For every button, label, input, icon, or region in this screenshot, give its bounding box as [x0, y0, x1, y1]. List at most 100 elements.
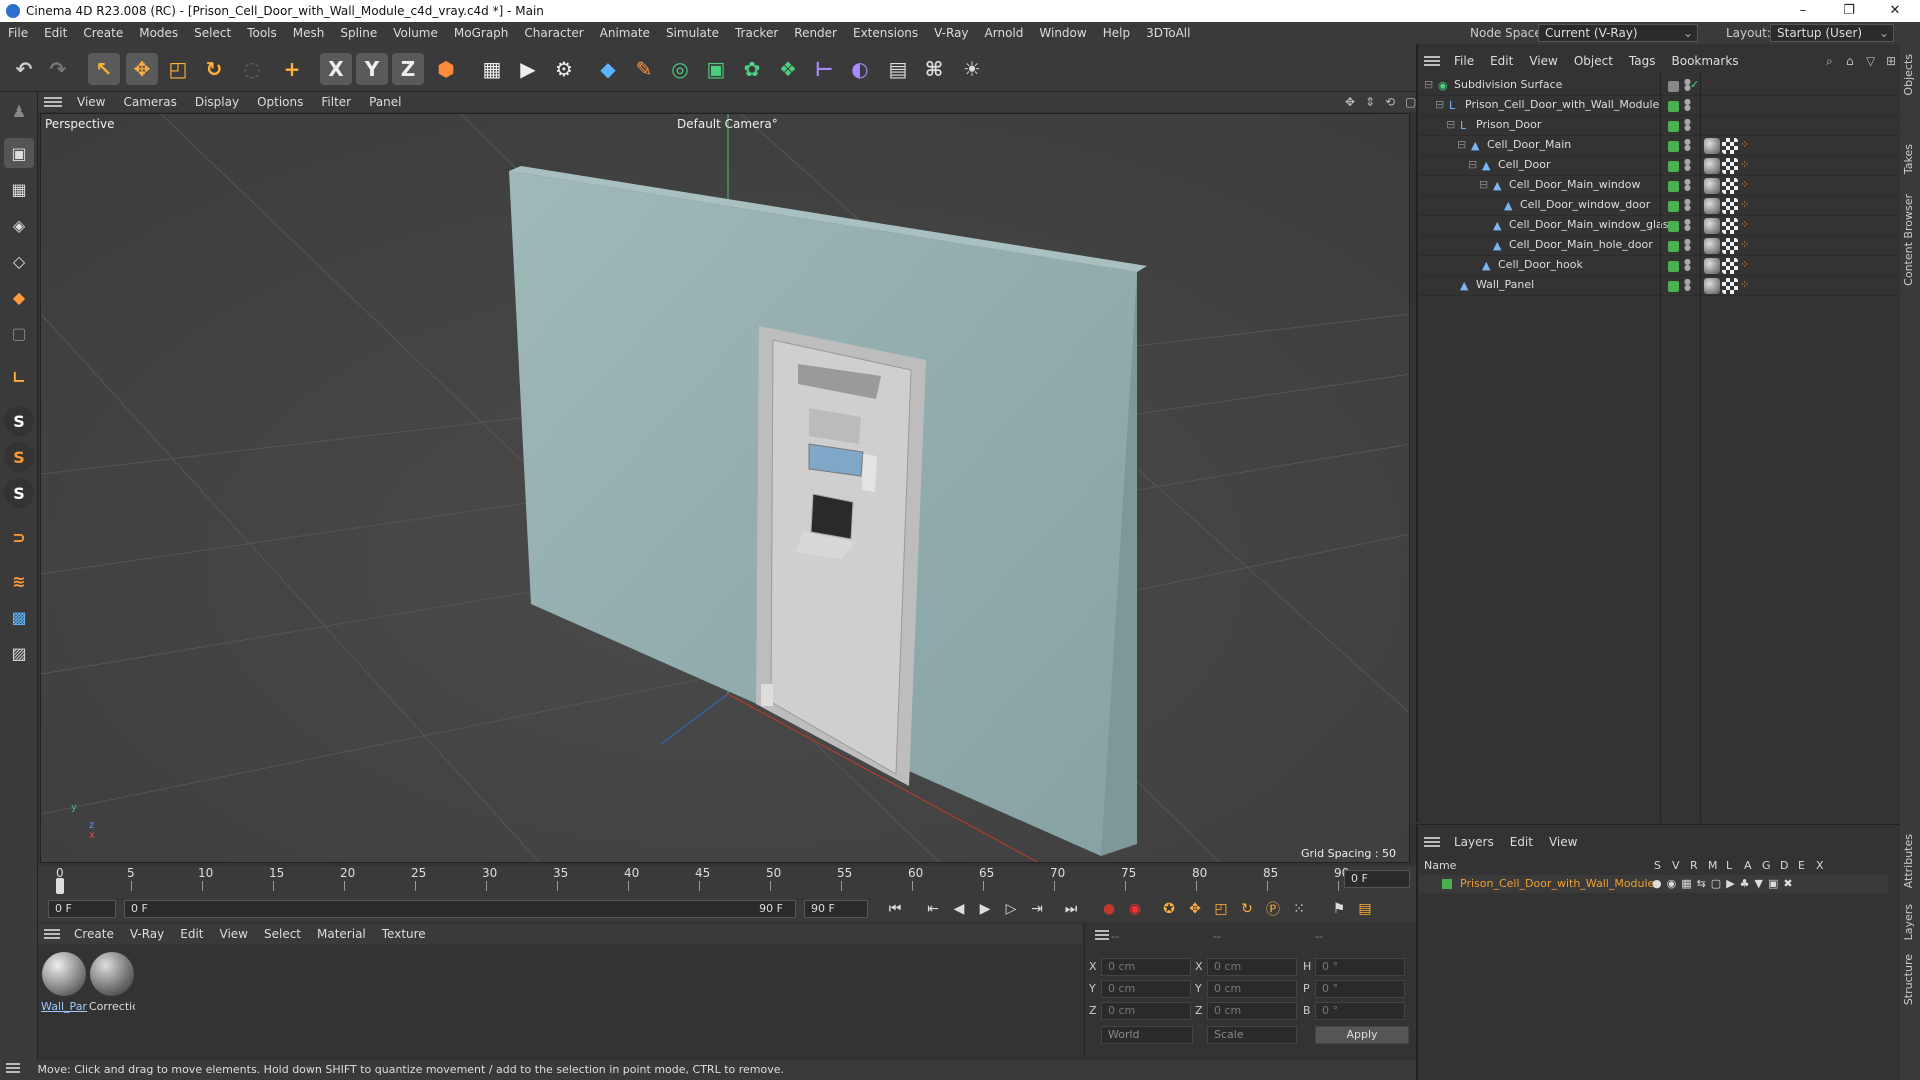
- minimize-button[interactable]: –: [1780, 0, 1826, 22]
- go-to-start-icon[interactable]: ⏮: [884, 898, 906, 920]
- visibility-toggle[interactable]: [1668, 201, 1679, 212]
- menu-tools[interactable]: Tools: [239, 22, 285, 44]
- hamburger-icon[interactable]: [44, 929, 60, 939]
- timeline-end-frame[interactable]: 0 F: [1344, 870, 1410, 888]
- model-mode-icon[interactable]: ♟: [4, 96, 34, 126]
- layer-column-header[interactable]: E: [1798, 859, 1805, 872]
- x-axis-icon[interactable]: X: [320, 53, 352, 85]
- editor-render-visibility-dots[interactable]: ● ●: [1684, 138, 1691, 152]
- texture-mode-icon[interactable]: ▦: [4, 174, 34, 204]
- deformer-icon[interactable]: ⊢: [808, 53, 840, 85]
- object-name[interactable]: Prison_Door: [1476, 118, 1541, 131]
- material-tag-icon[interactable]: [1704, 158, 1720, 174]
- node-space-dropdown[interactable]: Current (V-Ray) ⌄: [1538, 24, 1698, 42]
- array-icon[interactable]: ✿: [736, 53, 768, 85]
- material-menu-vray[interactable]: V-Ray: [122, 927, 172, 941]
- visibility-toggle[interactable]: [1668, 161, 1679, 172]
- material-swatch-wall[interactable]: [42, 952, 86, 996]
- motion-mode-icon[interactable]: ⚑: [1328, 898, 1350, 920]
- move-icon[interactable]: ✥: [126, 53, 158, 85]
- layer-column-header[interactable]: L: [1726, 859, 1732, 872]
- keyframe-selection-icon[interactable]: ✪: [1158, 898, 1180, 920]
- object-row[interactable]: ▲ Cell_Door_hook ● ● ⁘: [1418, 256, 1898, 276]
- object-name[interactable]: Cell_Door_Main: [1487, 138, 1571, 151]
- object-name[interactable]: Cell_Door: [1498, 158, 1551, 171]
- object-name[interactable]: Cell_Door_Main_window_glass: [1509, 218, 1674, 231]
- scale-icon[interactable]: ◰: [162, 53, 194, 85]
- object-name[interactable]: Cell_Door_window_door: [1520, 198, 1650, 211]
- visibility-toggle[interactable]: [1668, 281, 1679, 292]
- size-y-field[interactable]: 0 cm: [1207, 980, 1297, 998]
- side-tab-takes[interactable]: Takes: [1902, 144, 1915, 174]
- subdivision-icon[interactable]: ◎: [664, 53, 696, 85]
- magnet-icon[interactable]: ⊃: [4, 522, 34, 552]
- end-frame-field[interactable]: 90 F: [804, 900, 868, 918]
- object-name[interactable]: Subdivision Surface: [1454, 78, 1562, 91]
- rotation-p-field[interactable]: 0 °: [1315, 980, 1405, 998]
- snap-settings-icon[interactable]: S: [4, 442, 34, 472]
- maximize-button[interactable]: ❐: [1826, 0, 1872, 22]
- extrude-icon[interactable]: ▣: [700, 53, 732, 85]
- add-icon[interactable]: +: [276, 53, 308, 85]
- material-menu-select[interactable]: Select: [256, 927, 309, 941]
- object-name[interactable]: Cell_Door_Main_hole_door: [1509, 238, 1653, 251]
- scene-icon[interactable]: ◐: [844, 53, 876, 85]
- visibility-toggle[interactable]: [1668, 121, 1679, 132]
- position-y-field[interactable]: 0 cm: [1101, 980, 1191, 998]
- next-frame-icon[interactable]: ▷: [1000, 898, 1022, 920]
- editor-render-visibility-dots[interactable]: ● ●: [1684, 238, 1691, 252]
- layers-menu-edit[interactable]: Edit: [1502, 835, 1541, 849]
- menu-volume[interactable]: Volume: [385, 22, 446, 44]
- layer-column-header[interactable]: A: [1744, 859, 1752, 872]
- position-x-field[interactable]: 0 cm: [1101, 958, 1191, 976]
- selection-tag-icon[interactable]: ⁘: [1740, 138, 1749, 151]
- editor-render-visibility-dots[interactable]: ● ●: [1684, 118, 1691, 132]
- visibility-toggle[interactable]: [1668, 101, 1679, 112]
- object-row[interactable]: ⊟ ▲ Cell_Door ● ● ⁘: [1418, 156, 1898, 176]
- z-axis-icon[interactable]: Z: [392, 53, 424, 85]
- menu-character[interactable]: Character: [516, 22, 591, 44]
- texture-tag-icon[interactable]: [1722, 258, 1738, 274]
- play-icon[interactable]: ▶: [974, 898, 996, 920]
- texture-tag-icon[interactable]: [1722, 138, 1738, 154]
- expand-toggle-icon[interactable]: ⊟: [1435, 98, 1444, 111]
- texture-tag-icon[interactable]: [1722, 198, 1738, 214]
- material-tag-icon[interactable]: [1704, 178, 1720, 194]
- expand-toggle-icon[interactable]: ⊟: [1468, 158, 1477, 171]
- hamburger-icon[interactable]: [1095, 930, 1109, 940]
- menu-animate[interactable]: Animate: [592, 22, 658, 44]
- material-menu-texture[interactable]: Texture: [374, 927, 434, 941]
- menu-simulate[interactable]: Simulate: [658, 22, 727, 44]
- axis-mode-icon[interactable]: ∟: [4, 362, 34, 392]
- hamburger-icon[interactable]: [1424, 837, 1440, 847]
- editor-render-visibility-dots[interactable]: ● ●: [1684, 78, 1691, 92]
- layers-menu-view[interactable]: View: [1541, 835, 1585, 849]
- texture-tag-icon[interactable]: [1722, 218, 1738, 234]
- visibility-toggle[interactable]: [1668, 141, 1679, 152]
- selection-tag-icon[interactable]: ⁘: [1740, 278, 1749, 291]
- y-axis-icon[interactable]: Y: [356, 53, 388, 85]
- layer-name[interactable]: Prison_Cell_Door_with_Wall_Module: [1460, 877, 1654, 890]
- layer-column-header[interactable]: G: [1762, 859, 1771, 872]
- start-frame-field[interactable]: 0 F: [48, 900, 116, 918]
- layer-column-header[interactable]: M: [1708, 859, 1718, 872]
- menu-extensions[interactable]: Extensions: [845, 22, 926, 44]
- menu-window[interactable]: Window: [1031, 22, 1094, 44]
- autokey-icon[interactable]: ◉: [1124, 898, 1146, 920]
- layer-column-header[interactable]: D: [1780, 859, 1788, 872]
- selection-tag-icon[interactable]: ⁘: [1740, 218, 1749, 231]
- menu-select[interactable]: Select: [186, 22, 239, 44]
- key-scale-icon[interactable]: ◰: [1210, 898, 1232, 920]
- timeline-window-icon[interactable]: ▤: [1354, 898, 1376, 920]
- object-row[interactable]: ⊟ ▲ Cell_Door_Main ● ● ⁘: [1418, 136, 1898, 156]
- key-position-icon[interactable]: ✥: [1184, 898, 1206, 920]
- object-row[interactable]: ⊟ ▲ Cell_Door_Main_window ● ● ⁘: [1418, 176, 1898, 196]
- light-icon[interactable]: ☀: [956, 53, 988, 85]
- object-row[interactable]: ▲ Cell_Door_Main_window_glass ● ● ⁘: [1418, 216, 1898, 236]
- enabled-check-icon[interactable]: ✓: [1690, 78, 1699, 91]
- selection-tag-icon[interactable]: ⁘: [1740, 198, 1749, 211]
- object-name[interactable]: Cell_Door_Main_window: [1509, 178, 1641, 191]
- object-row[interactable]: ▲ Cell_Door_Main_hole_door ● ● ⁘: [1418, 236, 1898, 256]
- object-row[interactable]: ▲ Wall_Panel ● ● ⁘: [1418, 276, 1898, 296]
- material-tag-icon[interactable]: [1704, 218, 1720, 234]
